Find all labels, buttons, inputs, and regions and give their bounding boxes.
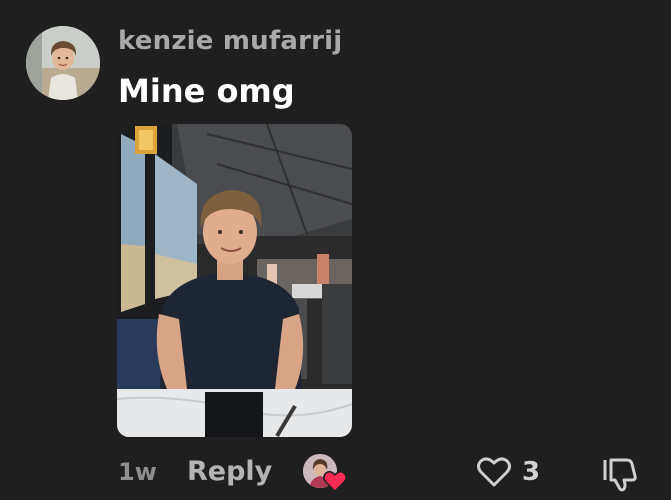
creator-liked-badge (303, 454, 347, 493)
heart-outline-icon[interactable] (476, 456, 512, 488)
comment-username[interactable]: kenzie mufarrij (118, 26, 342, 56)
avatar-image (26, 26, 100, 100)
reply-button[interactable]: Reply (187, 456, 272, 487)
like-count: 3 (522, 457, 541, 487)
comment-text: Mine omg (118, 72, 295, 110)
comment-photo[interactable] (117, 124, 352, 437)
thumbs-down-icon[interactable] (602, 456, 638, 492)
heart-filled-icon (323, 470, 347, 493)
comment-photo-image (117, 124, 352, 437)
comment-time: 1w (118, 458, 157, 486)
user-avatar[interactable] (26, 26, 100, 100)
comment-item: kenzie mufarrij Mine omg 1w Reply 3 (0, 0, 671, 500)
comment-footer: 1w Reply 3 (0, 448, 671, 500)
